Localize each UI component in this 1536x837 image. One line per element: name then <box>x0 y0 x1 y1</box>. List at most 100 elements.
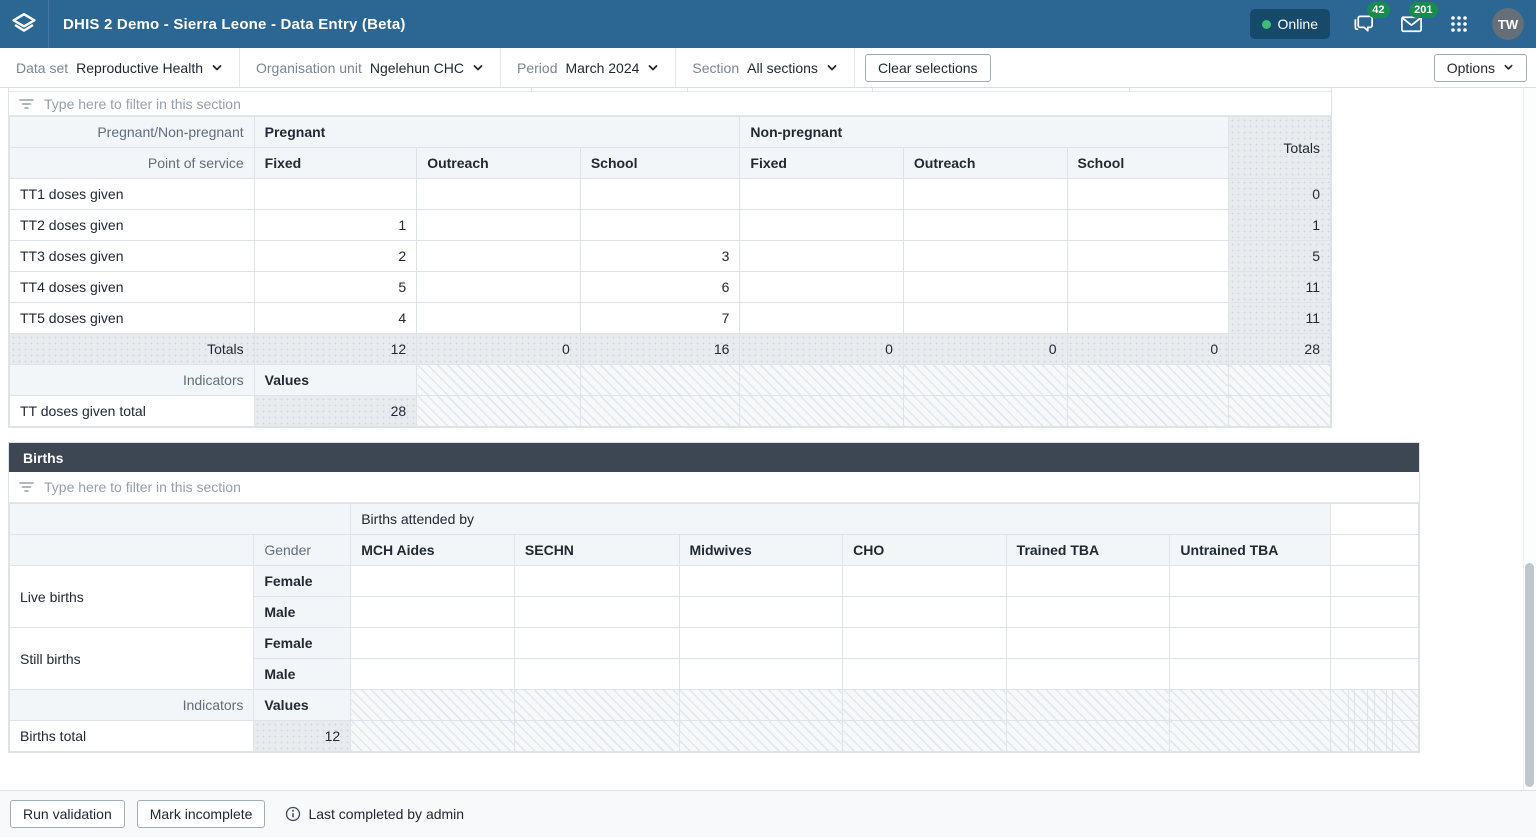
table-row: Still births Female <box>10 628 1419 659</box>
data-entry-cell[interactable] <box>514 628 679 659</box>
data-entry-cell[interactable] <box>254 179 417 210</box>
data-entry-cell[interactable] <box>679 597 843 628</box>
options-label: Options <box>1447 60 1495 76</box>
apps-menu-button[interactable] <box>1444 9 1474 39</box>
data-entry-cell[interactable] <box>351 628 515 659</box>
run-validation-button[interactable]: Run validation <box>10 800 125 828</box>
indicator-value-cell: 12 <box>254 721 351 752</box>
scrollbar-track[interactable] <box>1523 88 1536 790</box>
spacer-cell <box>1331 504 1419 535</box>
section-tt-doses: Type here to filter in this section Preg… <box>8 88 1332 428</box>
indicators-label: Indicators <box>10 365 255 396</box>
data-entry-cell[interactable] <box>1067 210 1229 241</box>
messages-button[interactable]: 201 <box>1396 9 1426 39</box>
disabled-cell <box>1006 690 1170 721</box>
mark-incomplete-label: Mark incomplete <box>150 806 253 822</box>
disabled-cell <box>1331 690 1419 721</box>
indicator-row: Births total 12 <box>10 721 1419 752</box>
column-group-births-attended: Births attended by <box>351 504 1331 535</box>
data-entry-cell[interactable] <box>843 597 1007 628</box>
data-entry-cell[interactable] <box>740 303 904 334</box>
data-entry-cell[interactable] <box>417 303 581 334</box>
data-entry-cell[interactable] <box>1067 179 1229 210</box>
data-entry-cell[interactable] <box>351 659 515 690</box>
data-set-selector[interactable]: Data set Reproductive Health <box>0 48 239 87</box>
data-entry-cell[interactable] <box>843 566 1007 597</box>
data-entry-cell[interactable] <box>903 210 1067 241</box>
data-entry-cell[interactable] <box>1170 597 1331 628</box>
data-entry-cell[interactable]: 2 <box>254 241 417 272</box>
column-header: Fixed <box>740 148 904 179</box>
completion-note: Last completed by admin <box>308 806 464 822</box>
row-label: TT2 doses given <box>10 210 255 241</box>
data-entry-cell[interactable]: 1 <box>254 210 417 241</box>
data-entry-cell[interactable] <box>740 241 904 272</box>
data-entry-cell[interactable] <box>740 210 904 241</box>
mark-incomplete-button[interactable]: Mark incomplete <box>137 800 266 828</box>
data-entry-cell[interactable] <box>1170 659 1331 690</box>
row-total-cell: 0 <box>1229 179 1331 210</box>
data-entry-cell[interactable] <box>351 597 515 628</box>
data-entry-cell[interactable] <box>903 179 1067 210</box>
avatar[interactable]: TW <box>1492 8 1524 40</box>
data-entry-cell[interactable] <box>417 272 581 303</box>
data-entry-cell[interactable] <box>514 566 679 597</box>
data-entry-cell[interactable] <box>514 597 679 628</box>
data-entry-cell[interactable] <box>1006 628 1170 659</box>
section-value: All sections <box>747 60 818 76</box>
layers-icon <box>9 11 39 38</box>
online-status[interactable]: Online <box>1250 9 1330 39</box>
table-row: TT1 doses given 0 <box>10 179 1331 210</box>
data-entry-cell[interactable] <box>903 241 1067 272</box>
data-entry-cell[interactable] <box>679 628 843 659</box>
gender-row-label: Female <box>254 566 351 597</box>
period-selector[interactable]: Period March 2024 <box>501 48 675 87</box>
data-entry-cell[interactable] <box>1067 272 1229 303</box>
data-entry-cell[interactable] <box>417 179 581 210</box>
data-entry-cell[interactable] <box>514 659 679 690</box>
values-label: Values <box>254 690 351 721</box>
row-total-cell: 5 <box>1229 241 1331 272</box>
column-header: School <box>1067 148 1229 179</box>
data-entry-cell[interactable] <box>1006 597 1170 628</box>
org-unit-value: Ngelehun CHC <box>370 60 464 76</box>
data-entry-cell[interactable]: 5 <box>254 272 417 303</box>
data-entry-cell[interactable]: 3 <box>580 241 740 272</box>
data-entry-cell[interactable] <box>1170 628 1331 659</box>
section-filter-input[interactable]: Type here to filter in this section <box>9 472 1419 503</box>
data-entry-cell[interactable] <box>740 179 904 210</box>
data-entry-cell[interactable] <box>679 659 843 690</box>
section-filter-input[interactable]: Type here to filter in this section <box>9 92 1331 116</box>
values-label: Values <box>254 365 417 396</box>
scrollbar-thumb[interactable] <box>1525 563 1534 787</box>
data-entry-cell[interactable] <box>843 628 1007 659</box>
data-entry-cell[interactable] <box>679 566 843 597</box>
data-entry-cell[interactable] <box>417 210 581 241</box>
app-title: DHIS 2 Demo - Sierra Leone - Data Entry … <box>63 16 406 33</box>
data-entry-cell[interactable] <box>903 272 1067 303</box>
data-entry-cell[interactable] <box>1170 566 1331 597</box>
data-entry-cell[interactable] <box>1067 303 1229 334</box>
data-entry-cell[interactable] <box>580 179 740 210</box>
data-entry-cell[interactable] <box>580 210 740 241</box>
data-entry-cell[interactable]: 6 <box>580 272 740 303</box>
data-entry-cell[interactable] <box>351 566 515 597</box>
data-entry-cell[interactable]: 7 <box>580 303 740 334</box>
section-selector[interactable]: Section All sections <box>676 48 854 87</box>
dhis2-logo[interactable] <box>0 0 49 48</box>
data-entry-cell[interactable] <box>740 272 904 303</box>
data-entry-cell[interactable] <box>1006 659 1170 690</box>
row-label: TT5 doses given <box>10 303 255 334</box>
data-entry-cell[interactable] <box>1006 566 1170 597</box>
table-header-row: Point of service Fixed Outreach School F… <box>10 148 1331 179</box>
data-entry-cell[interactable] <box>843 659 1007 690</box>
interpretations-button[interactable]: 42 <box>1348 9 1378 39</box>
data-entry-cell[interactable] <box>417 241 581 272</box>
data-entry-cell[interactable]: 4 <box>254 303 417 334</box>
clear-selections-button[interactable]: Clear selections <box>865 54 991 82</box>
org-unit-selector[interactable]: Organisation unit Ngelehun CHC <box>240 48 500 87</box>
options-button[interactable]: Options <box>1434 54 1527 82</box>
clipped-row-remnant <box>9 88 1331 92</box>
data-entry-cell[interactable] <box>903 303 1067 334</box>
data-entry-cell[interactable] <box>1067 241 1229 272</box>
